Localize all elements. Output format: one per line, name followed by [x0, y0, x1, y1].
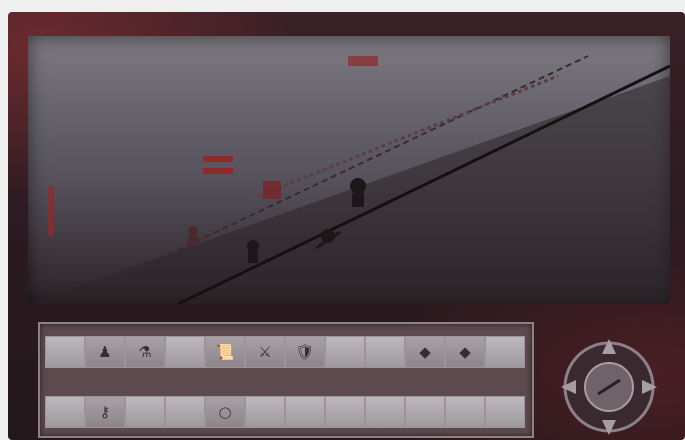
scroll-icon: 📜 — [215, 343, 235, 361]
banner-icon — [348, 56, 378, 66]
hotbar-slot[interactable] — [365, 336, 405, 368]
empty-slot-icon — [246, 397, 284, 427]
potion-icon: ⚗ — [138, 343, 152, 361]
empty-slot-icon — [406, 397, 444, 427]
hotbar-slot[interactable] — [165, 396, 205, 428]
hotbar-slot[interactable] — [45, 336, 85, 368]
enemy-figure[interactable] — [188, 226, 198, 246]
figure-icon: ♟ — [98, 343, 112, 361]
banner-icon — [263, 181, 281, 199]
hotbar-slot[interactable] — [165, 336, 205, 368]
game-frame: ♟ ⚗ 📜 ⚔ 🛡 ◆ ◆ ⚷ ○ — [8, 12, 685, 440]
hotbar-slot[interactable] — [125, 396, 165, 428]
gem-icon: ◆ — [459, 343, 471, 361]
empty-slot-icon — [166, 337, 204, 367]
hotbar-slot[interactable] — [45, 396, 85, 428]
key-icon: ⚷ — [99, 403, 111, 421]
hotbar-slot[interactable] — [325, 396, 365, 428]
hotbar-slot[interactable] — [405, 396, 445, 428]
banner-icon — [203, 168, 233, 174]
hotbar-slot[interactable] — [365, 396, 405, 428]
hotbar-slot[interactable]: ⚔ — [245, 336, 285, 368]
gem-icon: ◆ — [419, 343, 431, 361]
empty-slot-icon — [326, 397, 364, 427]
hotbar-slot[interactable] — [245, 396, 285, 428]
empty-slot-icon — [366, 397, 404, 427]
empty-slot-icon — [126, 397, 164, 427]
empty-slot-icon — [286, 397, 324, 427]
hotbar-slot[interactable]: ◆ — [445, 336, 485, 368]
empty-slot-icon — [366, 337, 404, 367]
banner-icon — [203, 156, 233, 162]
hotbar-slot[interactable] — [485, 336, 525, 368]
game-viewport[interactable] — [28, 36, 670, 304]
floor-shadow — [28, 76, 670, 304]
hotbar-slot[interactable] — [325, 336, 365, 368]
hotbar-slot[interactable] — [285, 396, 325, 428]
empty-slot-icon — [166, 397, 204, 427]
hotbar-slot[interactable]: ⚗ — [125, 336, 165, 368]
scene-drawing — [28, 55, 670, 304]
inventory-hotbar: ♟ ⚗ 📜 ⚔ 🛡 ◆ ◆ ⚷ ○ — [38, 322, 534, 438]
banner-icon — [48, 186, 54, 236]
hotbar-slot[interactable]: 🛡 — [285, 336, 325, 368]
ring-icon: ○ — [218, 403, 232, 421]
empty-slot-icon — [446, 397, 484, 427]
hotbar-slot[interactable]: ⚷ — [85, 396, 125, 428]
empty-slot-icon — [46, 397, 84, 427]
hotbar-slot[interactable] — [445, 396, 485, 428]
empty-slot-icon — [486, 337, 524, 367]
empty-slot-icon — [326, 337, 364, 367]
empty-slot-icon — [486, 397, 524, 427]
shield-icon: 🛡 — [295, 343, 315, 361]
compass-icon[interactable] — [546, 334, 672, 440]
hotbar-slot[interactable]: ○ — [205, 396, 245, 428]
hotbar-slot[interactable]: ♟ — [85, 336, 125, 368]
hotbar-slot[interactable]: ◆ — [405, 336, 445, 368]
hotbar-slot[interactable]: 📜 — [205, 336, 245, 368]
empty-slot-icon — [46, 337, 84, 367]
weapon-icon: ⚔ — [258, 343, 272, 361]
hotbar-slot[interactable] — [485, 396, 525, 428]
enemy-figure[interactable] — [247, 240, 259, 263]
